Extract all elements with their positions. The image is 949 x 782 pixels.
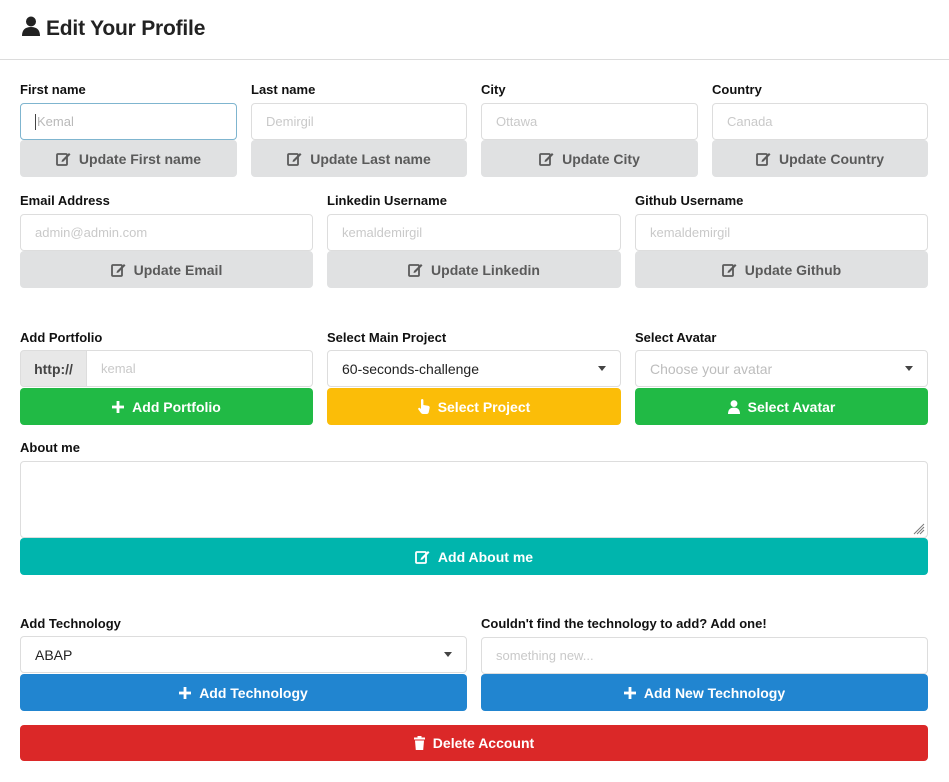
user-icon <box>22 16 40 41</box>
add-portfolio-label: Add Portfolio <box>132 398 221 415</box>
email-input[interactable]: admin@admin.com <box>20 214 313 251</box>
page-title: Edit Your Profile <box>46 16 206 40</box>
chevron-down-icon <box>905 366 913 371</box>
country-label: Country <box>712 82 762 97</box>
portfolio-label: Add Portfolio <box>20 330 103 345</box>
technology-selected: ABAP <box>35 646 73 663</box>
update-last-name-button[interactable]: Update Last name <box>251 140 467 177</box>
add-about-me-button[interactable]: Add About me <box>20 538 928 575</box>
first-name-placeholder: Kemal <box>37 114 74 129</box>
select-project-label: Select Project <box>437 398 531 415</box>
main-project-selected: 60-seconds-challenge <box>342 360 479 377</box>
delete-account-label: Delete Account <box>432 735 535 751</box>
avatar-label: Select Avatar <box>635 330 717 345</box>
update-first-name-label: Update First name <box>78 150 202 167</box>
add-technology-label: Add Technology <box>199 684 308 701</box>
avatar-placeholder: Choose your avatar <box>650 360 773 377</box>
chevron-down-icon <box>598 366 606 371</box>
update-email-label: Update Email <box>133 261 223 278</box>
resize-handle-icon[interactable] <box>913 523 925 535</box>
add-new-technology-button[interactable]: Add New Technology <box>481 674 928 711</box>
update-github-label: Update Github <box>744 261 842 278</box>
update-github-button[interactable]: Update Github <box>635 251 928 288</box>
edit-icon <box>408 263 423 277</box>
city-input[interactable]: Ottawa <box>481 103 698 140</box>
last-name-input[interactable]: Demirgil <box>251 103 467 140</box>
user-icon <box>727 399 740 414</box>
plus-icon <box>179 686 192 699</box>
about-me-textarea[interactable] <box>20 461 928 538</box>
edit-icon <box>756 152 771 166</box>
delete-account-button[interactable]: Delete Account <box>20 725 928 761</box>
portfolio-input[interactable]: kemal <box>87 350 313 387</box>
title-wrap: Edit Your Profile <box>22 16 205 41</box>
linkedin-label: Linkedin Username <box>327 193 447 208</box>
new-technology-input[interactable]: something new... <box>481 637 928 674</box>
update-first-name-button[interactable]: Update First name <box>20 140 237 177</box>
update-last-name-label: Update Last name <box>310 150 431 167</box>
city-label: City <box>481 82 506 97</box>
update-city-button[interactable]: Update City <box>481 140 698 177</box>
trash-icon <box>413 736 425 750</box>
first-name-label: First name <box>20 82 86 97</box>
select-avatar-button[interactable]: Select Avatar <box>635 388 928 425</box>
select-avatar-label: Select Avatar <box>747 398 836 415</box>
text-caret <box>35 113 36 130</box>
edit-icon <box>56 152 71 166</box>
update-email-button[interactable]: Update Email <box>20 251 313 288</box>
add-about-me-label: Add About me <box>437 548 534 565</box>
country-input[interactable]: Canada <box>712 103 928 140</box>
github-input[interactable]: kemaldemirgil <box>635 214 928 251</box>
select-project-button[interactable]: Select Project <box>327 388 621 425</box>
page-header: Edit Your Profile <box>0 0 949 60</box>
avatar-select[interactable]: Choose your avatar <box>635 350 928 387</box>
add-technology-button[interactable]: Add Technology <box>20 674 467 711</box>
add-portfolio-button[interactable]: Add Portfolio <box>20 388 313 425</box>
about-me-label: About me <box>20 440 80 455</box>
update-country-button[interactable]: Update Country <box>712 140 928 177</box>
plus-icon <box>623 686 636 699</box>
edit-icon <box>415 550 430 564</box>
update-linkedin-button[interactable]: Update Linkedin <box>327 251 621 288</box>
plus-icon <box>112 400 125 413</box>
add-new-technology-label: Add New Technology <box>643 684 786 701</box>
update-linkedin-label: Update Linkedin <box>431 261 540 278</box>
edit-icon <box>287 152 302 166</box>
edit-icon <box>539 152 554 166</box>
main-project-label: Select Main Project <box>327 330 447 345</box>
portfolio-prefix: http:// <box>20 350 87 387</box>
hand-pointer-icon <box>417 399 430 414</box>
chevron-down-icon <box>444 652 452 657</box>
email-label: Email Address <box>20 193 110 208</box>
first-name-input[interactable]: Kemal <box>20 103 237 140</box>
edit-icon <box>110 263 126 277</box>
main-project-select[interactable]: 60-seconds-challenge <box>327 350 621 387</box>
new-technology-label: Couldn't find the technology to add? Add… <box>481 616 767 631</box>
technology-select[interactable]: ABAP <box>20 636 467 673</box>
linkedin-input[interactable]: kemaldemirgil <box>327 214 621 251</box>
github-label: Github Username <box>635 193 744 208</box>
technology-label: Add Technology <box>20 616 121 631</box>
update-city-label: Update City <box>562 150 640 167</box>
update-country-label: Update Country <box>779 150 884 167</box>
edit-icon <box>721 263 737 277</box>
last-name-label: Last name <box>251 82 316 97</box>
